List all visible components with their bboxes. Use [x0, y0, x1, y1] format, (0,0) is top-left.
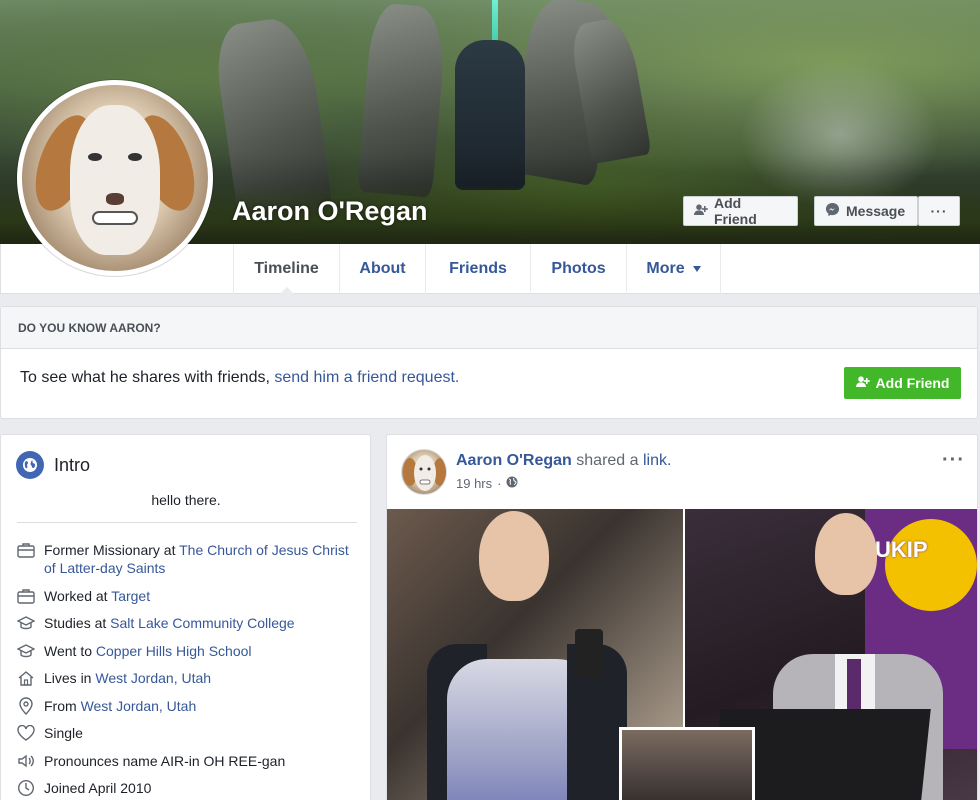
messenger-icon — [825, 202, 840, 220]
tab-more[interactable]: More — [626, 244, 721, 294]
home-icon — [17, 669, 35, 687]
do-you-know-text: To see what he shares with friends, send… — [20, 369, 460, 386]
do-you-know-heading: DO YOU KNOW AARON? — [1, 307, 977, 349]
public-globe-icon[interactable] — [506, 476, 518, 491]
post-options-button[interactable]: ··· — [942, 449, 965, 472]
tab-timeline[interactable]: Timeline — [233, 244, 339, 295]
post-photo-inset[interactable] — [619, 727, 755, 800]
add-friend-green-button[interactable]: Add Friend — [844, 367, 961, 399]
briefcase-icon — [17, 541, 35, 559]
post-header: Aaron O'Regan shared a link. — [456, 452, 672, 469]
add-friend-button[interactable]: Add Friend — [683, 195, 798, 227]
intro-list: Former Missionary at The Church of Jesus… — [17, 541, 357, 800]
globe-icon — [16, 451, 44, 479]
tab-friends[interactable]: Friends — [425, 244, 530, 294]
intro-link[interactable]: Copper Hills High School — [96, 643, 252, 659]
message-button[interactable]: Message — [814, 196, 918, 226]
intro-item-joined: Joined April 2010 — [17, 779, 357, 797]
post-author-avatar[interactable] — [401, 449, 447, 495]
briefcase-icon — [17, 587, 35, 605]
intro-item-from: From West Jordan, Utah — [17, 696, 357, 715]
location-pin-icon — [17, 696, 35, 715]
intro-item-studies: Studies at Salt Lake Community College — [17, 614, 357, 632]
intro-item-missionary: Former Missionary at The Church of Jesus… — [17, 541, 357, 577]
profile-picture[interactable] — [17, 80, 213, 276]
tab-about[interactable]: About — [339, 244, 425, 294]
do-you-know-box: DO YOU KNOW AARON? To see what he shares… — [0, 306, 978, 419]
add-friend-icon — [694, 203, 708, 219]
post-author-name[interactable]: Aaron O'Regan — [456, 452, 572, 469]
ukip-logo-text: UKIP — [875, 537, 928, 562]
tab-photos[interactable]: Photos — [530, 244, 626, 294]
post-card: Aaron O'Regan shared a link. 19 hrs · ··… — [386, 434, 978, 800]
intro-heading: Intro — [16, 451, 90, 479]
intro-link[interactable]: Salt Lake Community College — [110, 615, 294, 631]
avatar-dog-image — [22, 85, 208, 271]
intro-link[interactable]: West Jordan, Utah — [81, 698, 197, 714]
intro-divider — [17, 522, 357, 523]
post-timestamp: 19 hrs · — [456, 476, 518, 491]
graduation-cap-icon — [17, 614, 35, 632]
add-friend-icon — [855, 375, 870, 391]
clock-icon — [17, 779, 35, 797]
intro-card: Intro hello there. Former Missionary at … — [0, 434, 371, 800]
message-label: Message — [846, 203, 906, 219]
friend-request-link[interactable]: send him a friend request. — [274, 369, 459, 386]
profile-name[interactable]: Aaron O'Regan — [232, 196, 427, 227]
heart-icon — [17, 724, 35, 742]
phone-in-photo — [575, 629, 603, 677]
graduation-cap-icon — [17, 642, 35, 660]
intro-item-lives: Lives in West Jordan, Utah — [17, 669, 357, 687]
intro-item-pronounce: Pronounces name AIR-in OH REE-gan — [17, 752, 357, 770]
intro-bio: hello there. — [151, 492, 221, 508]
profile-more-button[interactable]: ··· — [918, 196, 960, 226]
post-time-link[interactable]: 19 hrs — [456, 476, 492, 491]
intro-item-school: Went to Copper Hills High School — [17, 642, 357, 660]
caret-down-icon — [692, 266, 701, 272]
intro-item-work: Worked at Target — [17, 587, 357, 605]
intro-link[interactable]: Target — [111, 588, 150, 604]
intro-link[interactable]: West Jordan, Utah — [95, 670, 211, 686]
intro-item-relationship: Single — [17, 724, 357, 742]
add-friend-label: Add Friend — [714, 195, 757, 227]
speaker-icon — [17, 752, 35, 770]
post-shared-link[interactable]: link. — [643, 452, 671, 469]
